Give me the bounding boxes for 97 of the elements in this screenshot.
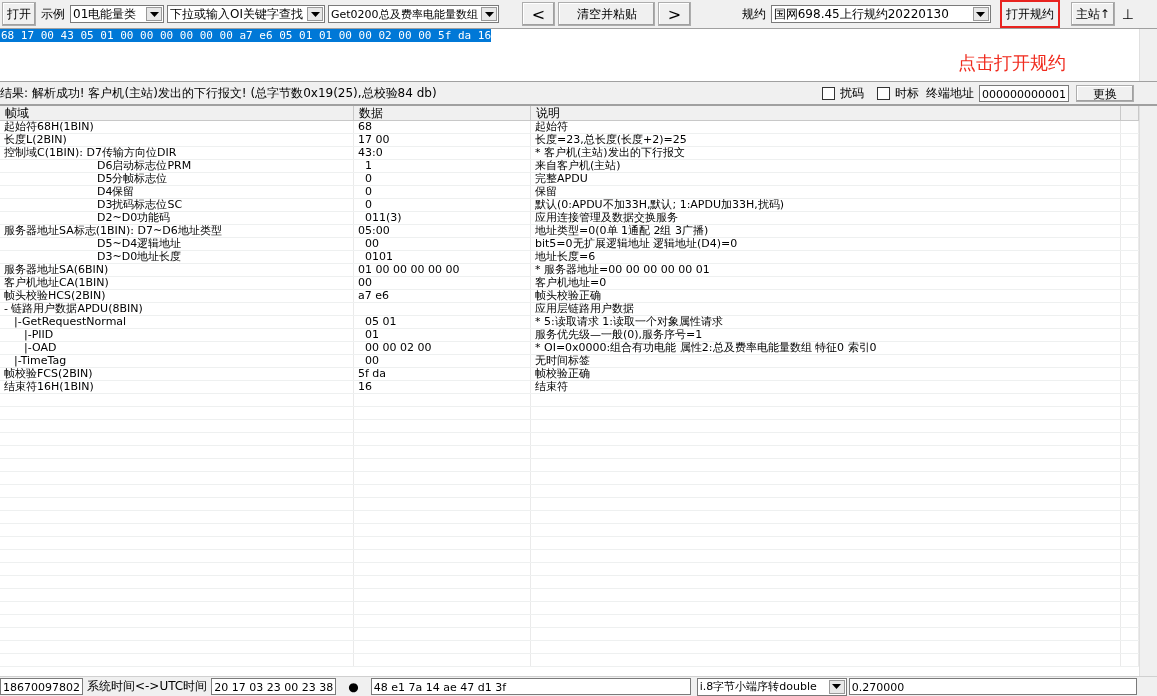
table-cell-text: 01 [364,328,379,341]
table-cell: 完整APDU [535,172,588,185]
table-cell: * 客户机(主站)发出的下行报文 [535,146,685,159]
table-cell-text: 0 [364,198,372,211]
table-cell: 结束符16H(1BIN) [4,380,94,393]
table-cell: 默认(0:APDU不加33H,默认; 1:APDU加33H,扰码) [535,198,785,211]
column-header[interactable]: 说明 [531,106,1121,120]
table-cell-text: 00 [364,354,379,367]
protocol-label: 规约 [740,5,767,23]
table-cell: 控制域C(1BIN): D7传输方向位DIR [4,146,177,159]
table-cell-text: |-PIID [23,328,54,341]
table-cell: 无时间标签 [535,354,590,367]
table-cell: 应用层链路用户数据 [535,302,634,315]
table-cell: * OI=0x0000:组合有功电能 属性2:总及费率电能量数组 特征0 索引0 [535,341,877,354]
category-select[interactable]: 01电能量类 [70,5,164,23]
table-cell: 起始符 [535,120,568,133]
column-header[interactable]: 数据 [354,106,531,120]
result-field[interactable]: 0.270000 [848,678,1137,695]
table-cell: 地址类型=0(0单 1通配 2组 3广播) [535,224,709,237]
table-cell: 服务器地址SA标志(1BIN): D7~D6地址类型 [4,224,222,237]
table-cell: 起始符68H(1BIN) [4,120,94,133]
search-select[interactable]: 下拉或输入OI关键字查找 [167,5,325,23]
table-cell: 服务器地址SA(6BIN) [4,263,109,276]
table-cell-text: |-TimeTag [14,354,67,367]
command-select[interactable]: Get0200总及费率电能量数组 [328,5,499,23]
checkbox[interactable] [877,86,890,100]
time-conversion-label: 系统时间<->UTC时间 [86,678,209,695]
previous-button[interactable]: < [522,2,555,26]
table-cell: 应用连接管理及数据交换服务 [535,211,678,224]
table-cell: 17 00 [358,133,390,146]
table-cell: 长度L(2BIN) [4,133,67,146]
table-cell-text: D4保留 [96,185,135,198]
table-cell-text: 011(3) [364,211,402,224]
hex-value-field[interactable]: 48 e1 7a 14 ae 47 d1 3f [370,678,691,695]
table-cell-text: D5分帧标志位 [96,172,168,185]
annotation-text: 点击打开规约 [958,51,1066,75]
table-cell: 05:00 [358,224,390,237]
timestamp-label: 时标 [894,84,920,102]
table-cell: a7 e6 [358,289,389,302]
master-button[interactable]: 主站↑ [1070,2,1115,26]
table-cell-text: 0 [364,185,372,198]
table-cell: 43:0 [358,146,383,159]
table-cell-text: D3~D0地址长度 [96,250,182,263]
table-cell: 帧校验FCS(2BIN) [4,367,93,380]
table-cell: 帧校验正确 [535,367,590,380]
table-cell: 长度=23,总长度(长度+2)=25 [535,133,687,146]
dot-button[interactable]: ● [338,679,369,694]
table-cell: 16 [358,380,372,393]
table-cell-text: 00 00 02 00 [364,341,432,354]
address-label: 终端地址 [925,84,975,102]
scrollbar[interactable] [1139,29,1157,81]
next-button[interactable]: > [658,2,691,26]
phone-field[interactable]: 18670097802 [0,678,83,695]
table-cell: 客户机地址CA(1BIN) [4,276,109,289]
address-field[interactable]: 000000000001 [979,84,1069,102]
table-cell: 来自客户机(主站) [535,159,621,172]
table-cell: 服务优先级—一般(0),服务序号=1 [535,328,703,341]
hex-input-field[interactable]: 68 17 00 43 05 01 00 00 00 00 00 00 a7 e6 05 01 01 00 00 02 00 00 5f da 16 [0,29,492,42]
table-cell: 帧头校验HCS(2BIN) [4,289,106,302]
table-cell-text: D6启动标志位PRM [96,159,192,172]
table-cell: 00 [358,276,372,289]
table-cell-text: D2~D0功能码 [97,211,171,224]
clear-paste-button[interactable]: 清空并粘贴 [558,2,655,26]
scrollbar[interactable] [1139,106,1157,676]
table-cell: * 5:读取请求 1:读取一个对象属性请求 [535,315,723,328]
conversion-select[interactable]: i.8字节小端序转double [696,677,847,696]
table-cell: 地址长度=6 [535,250,596,263]
table-cell-text: D5~D4逻辑地址 [96,237,182,250]
table-cell: 保留 [535,185,557,198]
example-label: 示例 [40,5,66,23]
column-header[interactable]: 帧域 [0,106,354,120]
scramble-label: 扰码 [839,84,865,102]
table-cell: 帧头校验正确 [535,289,601,302]
table-cell: 01 00 00 00 00 00 [358,263,460,276]
table-cell: * 服务器地址=00 00 00 00 00 01 [535,263,710,276]
table-cell: 结束符 [535,380,568,393]
open-protocol-button[interactable]: 打开规约 [999,0,1060,28]
protocol-select[interactable]: 国网698.45上行规约20220130 [770,5,991,23]
table-cell-text: 0 [364,172,372,185]
table-cell-text: 05 01 [364,315,397,328]
table-cell-text: 00 [364,237,379,250]
table-cell-text: 1 [364,159,372,172]
checkbox[interactable] [822,86,835,100]
table-cell-text: D3扰码标志位SC [96,198,183,211]
table-cell: bit5=0无扩展逻辑地址 逻辑地址(D4)=0 [535,237,738,250]
change-button[interactable]: 更换 [1076,84,1134,102]
pin-button[interactable]: ⊥ [1117,6,1138,22]
table-cell-text: 0101 [364,250,393,263]
table-cell: 5f da [358,367,387,380]
open-button[interactable]: 打开 [2,2,36,26]
table-cell: 客户机地址=0 [535,276,607,289]
table-cell-text: |-GetRequestNormal [13,315,127,328]
result-text: 结果: 解析成功! 客户机(主站)发出的下行报文! (总字节数0x19(25),总校验84 db) [0,84,437,102]
time-field[interactable]: 20 17 03 23 00 23 38 [211,678,337,695]
table-cell: 68 [358,120,372,133]
table-cell-text: |-OAD [23,341,57,354]
table-cell: - 链路用户数据APDU(8BIN) [4,302,143,315]
